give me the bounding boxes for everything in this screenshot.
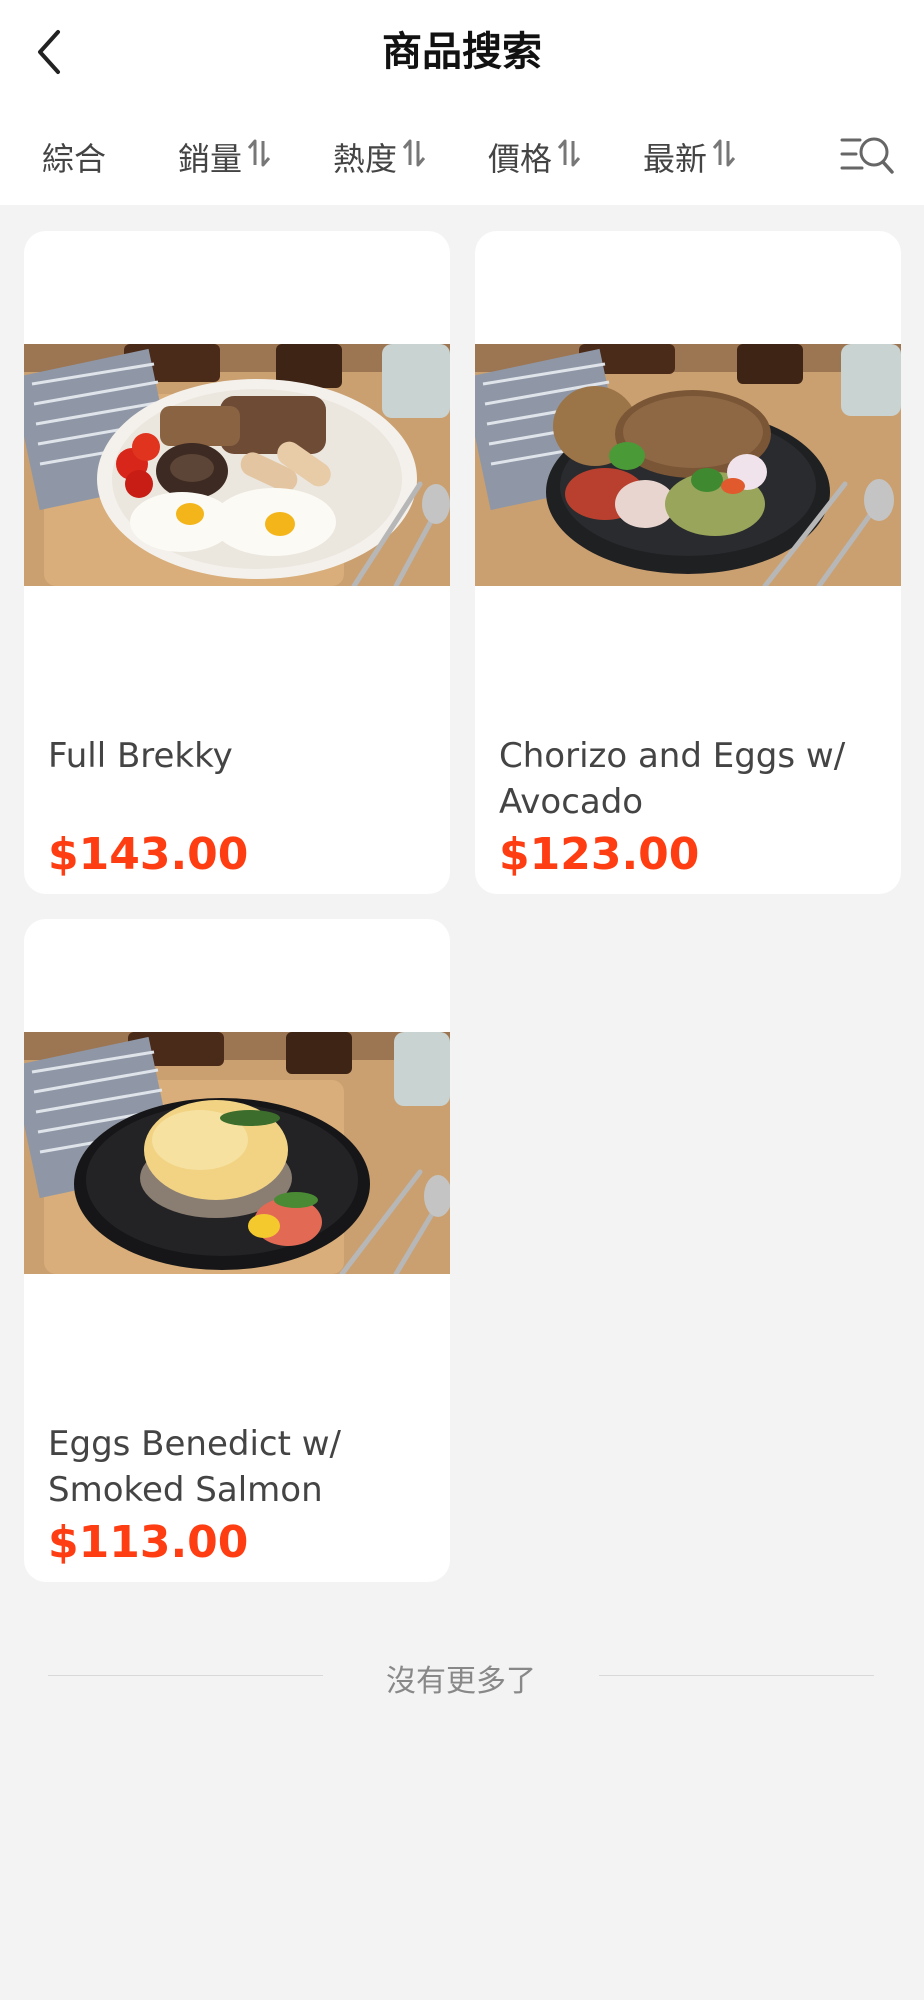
product-image — [24, 344, 450, 586]
sort-popularity[interactable]: 熱度 — [333, 135, 427, 179]
product-image — [475, 344, 901, 586]
filter-search-icon — [840, 137, 894, 174]
sort-newest[interactable]: 最新 — [643, 135, 737, 179]
sort-sales[interactable]: 銷量 — [178, 135, 272, 179]
sort-arrows-icon — [556, 137, 582, 177]
sort-comprehensive[interactable]: 綜合 — [42, 135, 106, 179]
product-card[interactable]: Full Brekky $143.00 — [24, 231, 450, 894]
product-price: $123.00 — [499, 829, 700, 880]
sort-label: 最新 — [643, 140, 708, 178]
sort-label: 價格 — [488, 140, 553, 178]
product-price: $143.00 — [48, 829, 249, 880]
sort-bar: 綜合 銷量 熱度 價格 最新 — [0, 105, 924, 205]
product-name: Full Brekky — [48, 736, 233, 776]
sort-label: 綜合 — [42, 140, 107, 178]
filter-button[interactable] — [838, 130, 898, 180]
top-bar: 商品搜索 綜合 銷量 熱度 價格 最新 — [0, 0, 924, 205]
sort-price[interactable]: 價格 — [488, 135, 582, 179]
product-name: Eggs Benedict w/ Smoked Salmon — [48, 1424, 342, 1510]
end-of-list: 沒有更多了 — [48, 1650, 874, 1700]
product-image — [24, 1032, 450, 1274]
end-of-list-text: 沒有更多了 — [386, 1664, 536, 1699]
sort-label: 熱度 — [333, 140, 398, 178]
page-title: 商品搜索 — [382, 29, 542, 75]
product-card[interactable]: Chorizo and Eggs w/ Avocado $123.00 — [475, 231, 901, 894]
divider — [599, 1675, 874, 1676]
product-name: Chorizo and Eggs w/ Avocado — [499, 736, 846, 822]
product-price: $113.00 — [48, 1517, 249, 1568]
product-card[interactable]: Eggs Benedict w/ Smoked Salmon $113.00 — [24, 919, 450, 1582]
sort-arrows-icon — [401, 137, 427, 177]
header: 商品搜索 — [0, 0, 924, 105]
sort-arrows-icon — [246, 137, 272, 177]
sort-arrows-icon — [711, 137, 737, 177]
sort-label: 銷量 — [178, 140, 243, 178]
